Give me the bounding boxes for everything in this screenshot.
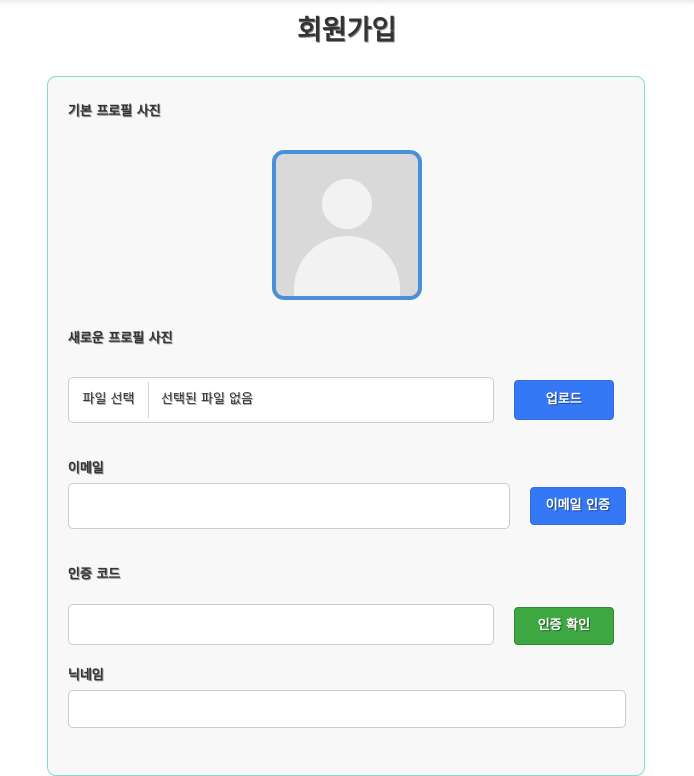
default-profile-label: 기본 프로필 사진 bbox=[68, 104, 161, 119]
code-label: 인증 코드 bbox=[68, 567, 121, 582]
avatar-body-icon bbox=[294, 236, 400, 296]
nickname-label: 닉네임 bbox=[68, 668, 104, 683]
top-shadow bbox=[0, 0, 694, 6]
verification-code-field[interactable] bbox=[68, 604, 494, 645]
upload-button[interactable]: 업로드 bbox=[514, 380, 614, 420]
choose-file-button[interactable]: 파일 선택 bbox=[69, 382, 149, 418]
email-label: 이메일 bbox=[68, 461, 104, 476]
email-verify-button[interactable]: 이메일 인증 bbox=[530, 487, 626, 525]
nickname-field[interactable] bbox=[68, 690, 626, 728]
file-status-text: 선택된 파일 없음 bbox=[161, 392, 253, 407]
code-confirm-button[interactable]: 인증 확인 bbox=[514, 607, 614, 645]
email-field[interactable] bbox=[68, 483, 510, 529]
default-avatar bbox=[272, 150, 422, 300]
avatar-head-icon bbox=[322, 179, 372, 229]
new-profile-label: 새로운 프로필 사진 bbox=[68, 331, 173, 346]
file-input[interactable]: 파일 선택 선택된 파일 없음 bbox=[68, 377, 494, 423]
page-title: 회원가입 bbox=[297, 15, 397, 46]
